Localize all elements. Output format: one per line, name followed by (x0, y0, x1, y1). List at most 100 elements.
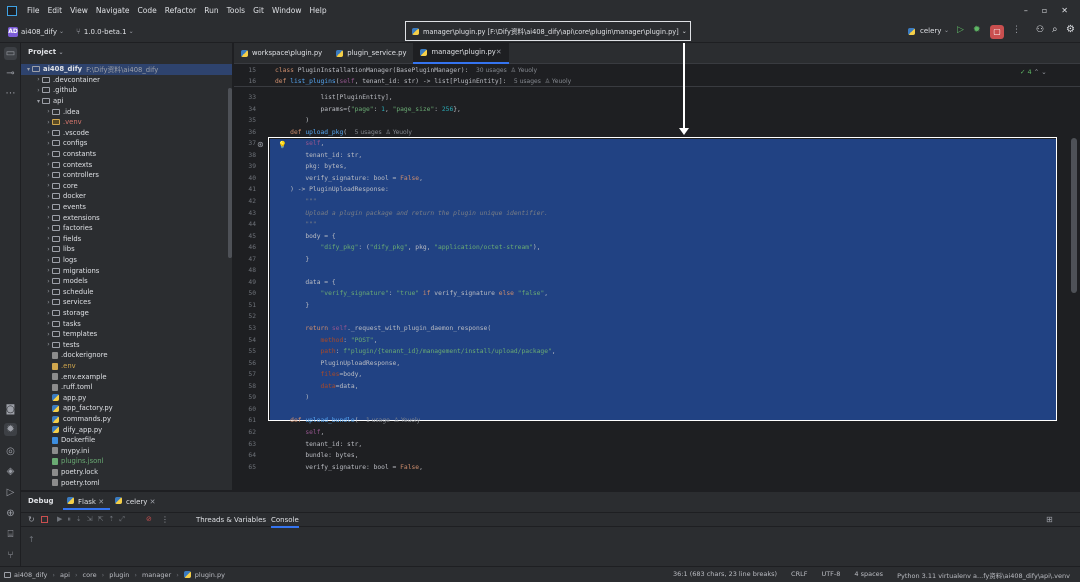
usage-hint[interactable]: 5 usages ♙ Yeuoly (355, 129, 412, 136)
indent-setting[interactable]: 4 spaces (854, 570, 883, 580)
code-line[interactable]: verify_signature: bool = False, (275, 175, 423, 182)
tree-file[interactable]: mypy.ini (21, 446, 89, 457)
expand-arrow-icon[interactable]: › (45, 204, 52, 211)
tree-file[interactable]: poetry.lock (21, 467, 98, 478)
menu-view[interactable]: View (66, 6, 92, 15)
commit-icon[interactable]: ⊸ (4, 67, 17, 80)
tree-file[interactable]: app.py (21, 393, 86, 404)
project-badge[interactable]: AD (8, 26, 18, 37)
code-line[interactable]: Upload a plugin package and return the p… (275, 210, 548, 217)
tree-folder[interactable]: › configs (21, 138, 87, 149)
project-name[interactable]: ai408_dify (21, 28, 57, 36)
code-line[interactable]: body = { (275, 233, 335, 240)
chevron-down-icon[interactable]: ⌄ (129, 28, 134, 35)
branch-selector[interactable]: 1.0.0-beta.1 (84, 28, 127, 36)
tree-folder[interactable]: › tasks (21, 318, 81, 329)
tree-folder[interactable]: › models (21, 276, 87, 287)
python-console-icon[interactable]: ⊕ (4, 507, 17, 520)
expand-arrow-icon[interactable]: › (45, 193, 52, 200)
code-line[interactable]: data=data, (275, 383, 359, 390)
run-icon[interactable]: ▷ (957, 25, 964, 35)
expand-arrow-icon[interactable]: › (45, 129, 52, 136)
minimize-icon[interactable]: – (1024, 6, 1028, 15)
tree-file[interactable]: poetry.toml (21, 477, 100, 488)
code-line[interactable]: tenant_id: str, (275, 441, 362, 448)
code-line[interactable]: return self._request_with_plugin_daemon_… (275, 325, 491, 332)
usage-hint[interactable]: 5 usages ♙ Yeuoly (514, 78, 571, 85)
menu-window[interactable]: Window (268, 6, 306, 15)
user-icon[interactable]: ⚇ (1036, 25, 1044, 35)
breadcrumb-item[interactable]: core (83, 571, 97, 579)
expand-arrow-icon[interactable]: › (45, 108, 52, 115)
breadcrumb-item[interactable]: api (60, 571, 70, 579)
expand-arrow-icon[interactable]: › (45, 310, 52, 317)
more-icon[interactable]: ⋮ (1012, 25, 1021, 35)
expand-arrow-icon[interactable]: › (45, 331, 52, 338)
code-line[interactable]: "verify_signature": "true" if verify_sig… (275, 290, 549, 297)
tree-file[interactable]: app_factory.py (21, 403, 113, 414)
code-line[interactable]: data = { (275, 279, 335, 286)
tree-folder[interactable]: › services (21, 297, 91, 308)
debug-tab-flask[interactable]: Flask ✕ (63, 493, 111, 510)
debug-tab-celery[interactable]: celery ✕ (111, 493, 162, 510)
menu-refactor[interactable]: Refactor (161, 6, 200, 15)
tree-folder[interactable]: › migrations (21, 265, 99, 276)
code-line[interactable]: def upload_bundle( 1 usage ♙ Yeuoly (275, 417, 420, 424)
run-tool-icon[interactable]: ▷ (4, 486, 17, 499)
app-logo-icon[interactable] (7, 5, 17, 16)
threads-variables-tab[interactable]: Threads & Variables (196, 516, 266, 524)
tree-folder[interactable]: › logs (21, 255, 77, 266)
menu-edit[interactable]: Edit (44, 6, 67, 15)
console-tab[interactable]: Console (271, 516, 299, 528)
code-line[interactable]: list[PluginEntity], (275, 94, 392, 101)
expand-arrow-icon[interactable]: › (45, 278, 52, 285)
code-line[interactable]: self, (275, 429, 324, 436)
expand-arrow-icon[interactable]: › (45, 267, 52, 274)
step-icons[interactable]: ▶⏸⇣⇲⇱⇡⤢ (57, 515, 130, 524)
menu-git[interactable]: Git (249, 6, 268, 15)
code-line[interactable]: params={"page": 1, "page_size": 256}, (275, 106, 460, 113)
expand-arrow-icon[interactable]: › (45, 341, 52, 348)
tree-file[interactable]: commands.py (21, 414, 111, 425)
inspection-widget[interactable]: ✓ 4 ⌃ ⌄ (1020, 68, 1047, 76)
tree-folder[interactable]: › schedule (21, 287, 93, 298)
expand-arrow-icon[interactable]: › (45, 140, 52, 147)
code-line[interactable]: path: f"plugin/{tenant_id}/management/in… (275, 348, 556, 355)
tree-folder[interactable]: › templates (21, 329, 97, 340)
code-line[interactable]: tenant_id: str, (275, 152, 362, 159)
tree-file[interactable]: .env (21, 361, 76, 372)
chevron-down-icon[interactable]: ⌄ (944, 27, 949, 34)
menu-navigate[interactable]: Navigate (92, 6, 134, 15)
expand-arrow-icon[interactable]: › (35, 76, 42, 83)
code-line[interactable]: ) -> PluginUploadResponse: (275, 186, 389, 193)
tree-file[interactable]: Dockerfile (21, 435, 95, 446)
expand-arrow-icon[interactable]: › (45, 214, 52, 221)
search-icon[interactable]: ⌕ (1052, 24, 1058, 35)
expand-arrow-icon[interactable]: › (45, 246, 52, 253)
code-line[interactable]: files=body, (275, 371, 363, 378)
layers-icon[interactable]: ◈ (4, 465, 17, 478)
tree-folder[interactable]: › controllers (21, 170, 99, 181)
maximize-icon[interactable]: ▫ (1042, 6, 1047, 15)
tree-folder[interactable]: › constants (21, 149, 96, 160)
file-encoding[interactable]: UTF-8 (821, 570, 840, 580)
close-icon[interactable]: ✕ (1061, 6, 1068, 15)
lightbulb-icon[interactable]: 💡 (278, 141, 287, 149)
project-scrollbar[interactable] (228, 88, 232, 258)
structure-icon[interactable]: ⋯ (4, 87, 17, 100)
tree-folder[interactable]: › .idea (21, 106, 79, 117)
tree-folder[interactable]: › .venv (21, 117, 81, 128)
breadcrumb-item[interactable]: manager (142, 571, 171, 579)
tree-folder[interactable]: › tests (21, 340, 79, 351)
expand-arrow-icon[interactable]: ▾ (35, 98, 42, 105)
tree-file[interactable]: dify_app.py (21, 424, 102, 435)
code-line[interactable]: verify_signature: bool = False, (275, 464, 423, 471)
code-line[interactable]: class PluginInstallationManager(BasePlug… (275, 67, 537, 74)
tree-file[interactable]: .env.example (21, 371, 107, 382)
project-folder-icon[interactable]: ▭ (4, 47, 17, 60)
menu-help[interactable]: Help (306, 6, 331, 15)
tree-folder[interactable]: › libs (21, 244, 74, 255)
tree-folder[interactable]: › events (21, 202, 86, 213)
code-line[interactable]: } (275, 302, 309, 309)
expand-arrow-icon[interactable]: › (35, 87, 42, 94)
